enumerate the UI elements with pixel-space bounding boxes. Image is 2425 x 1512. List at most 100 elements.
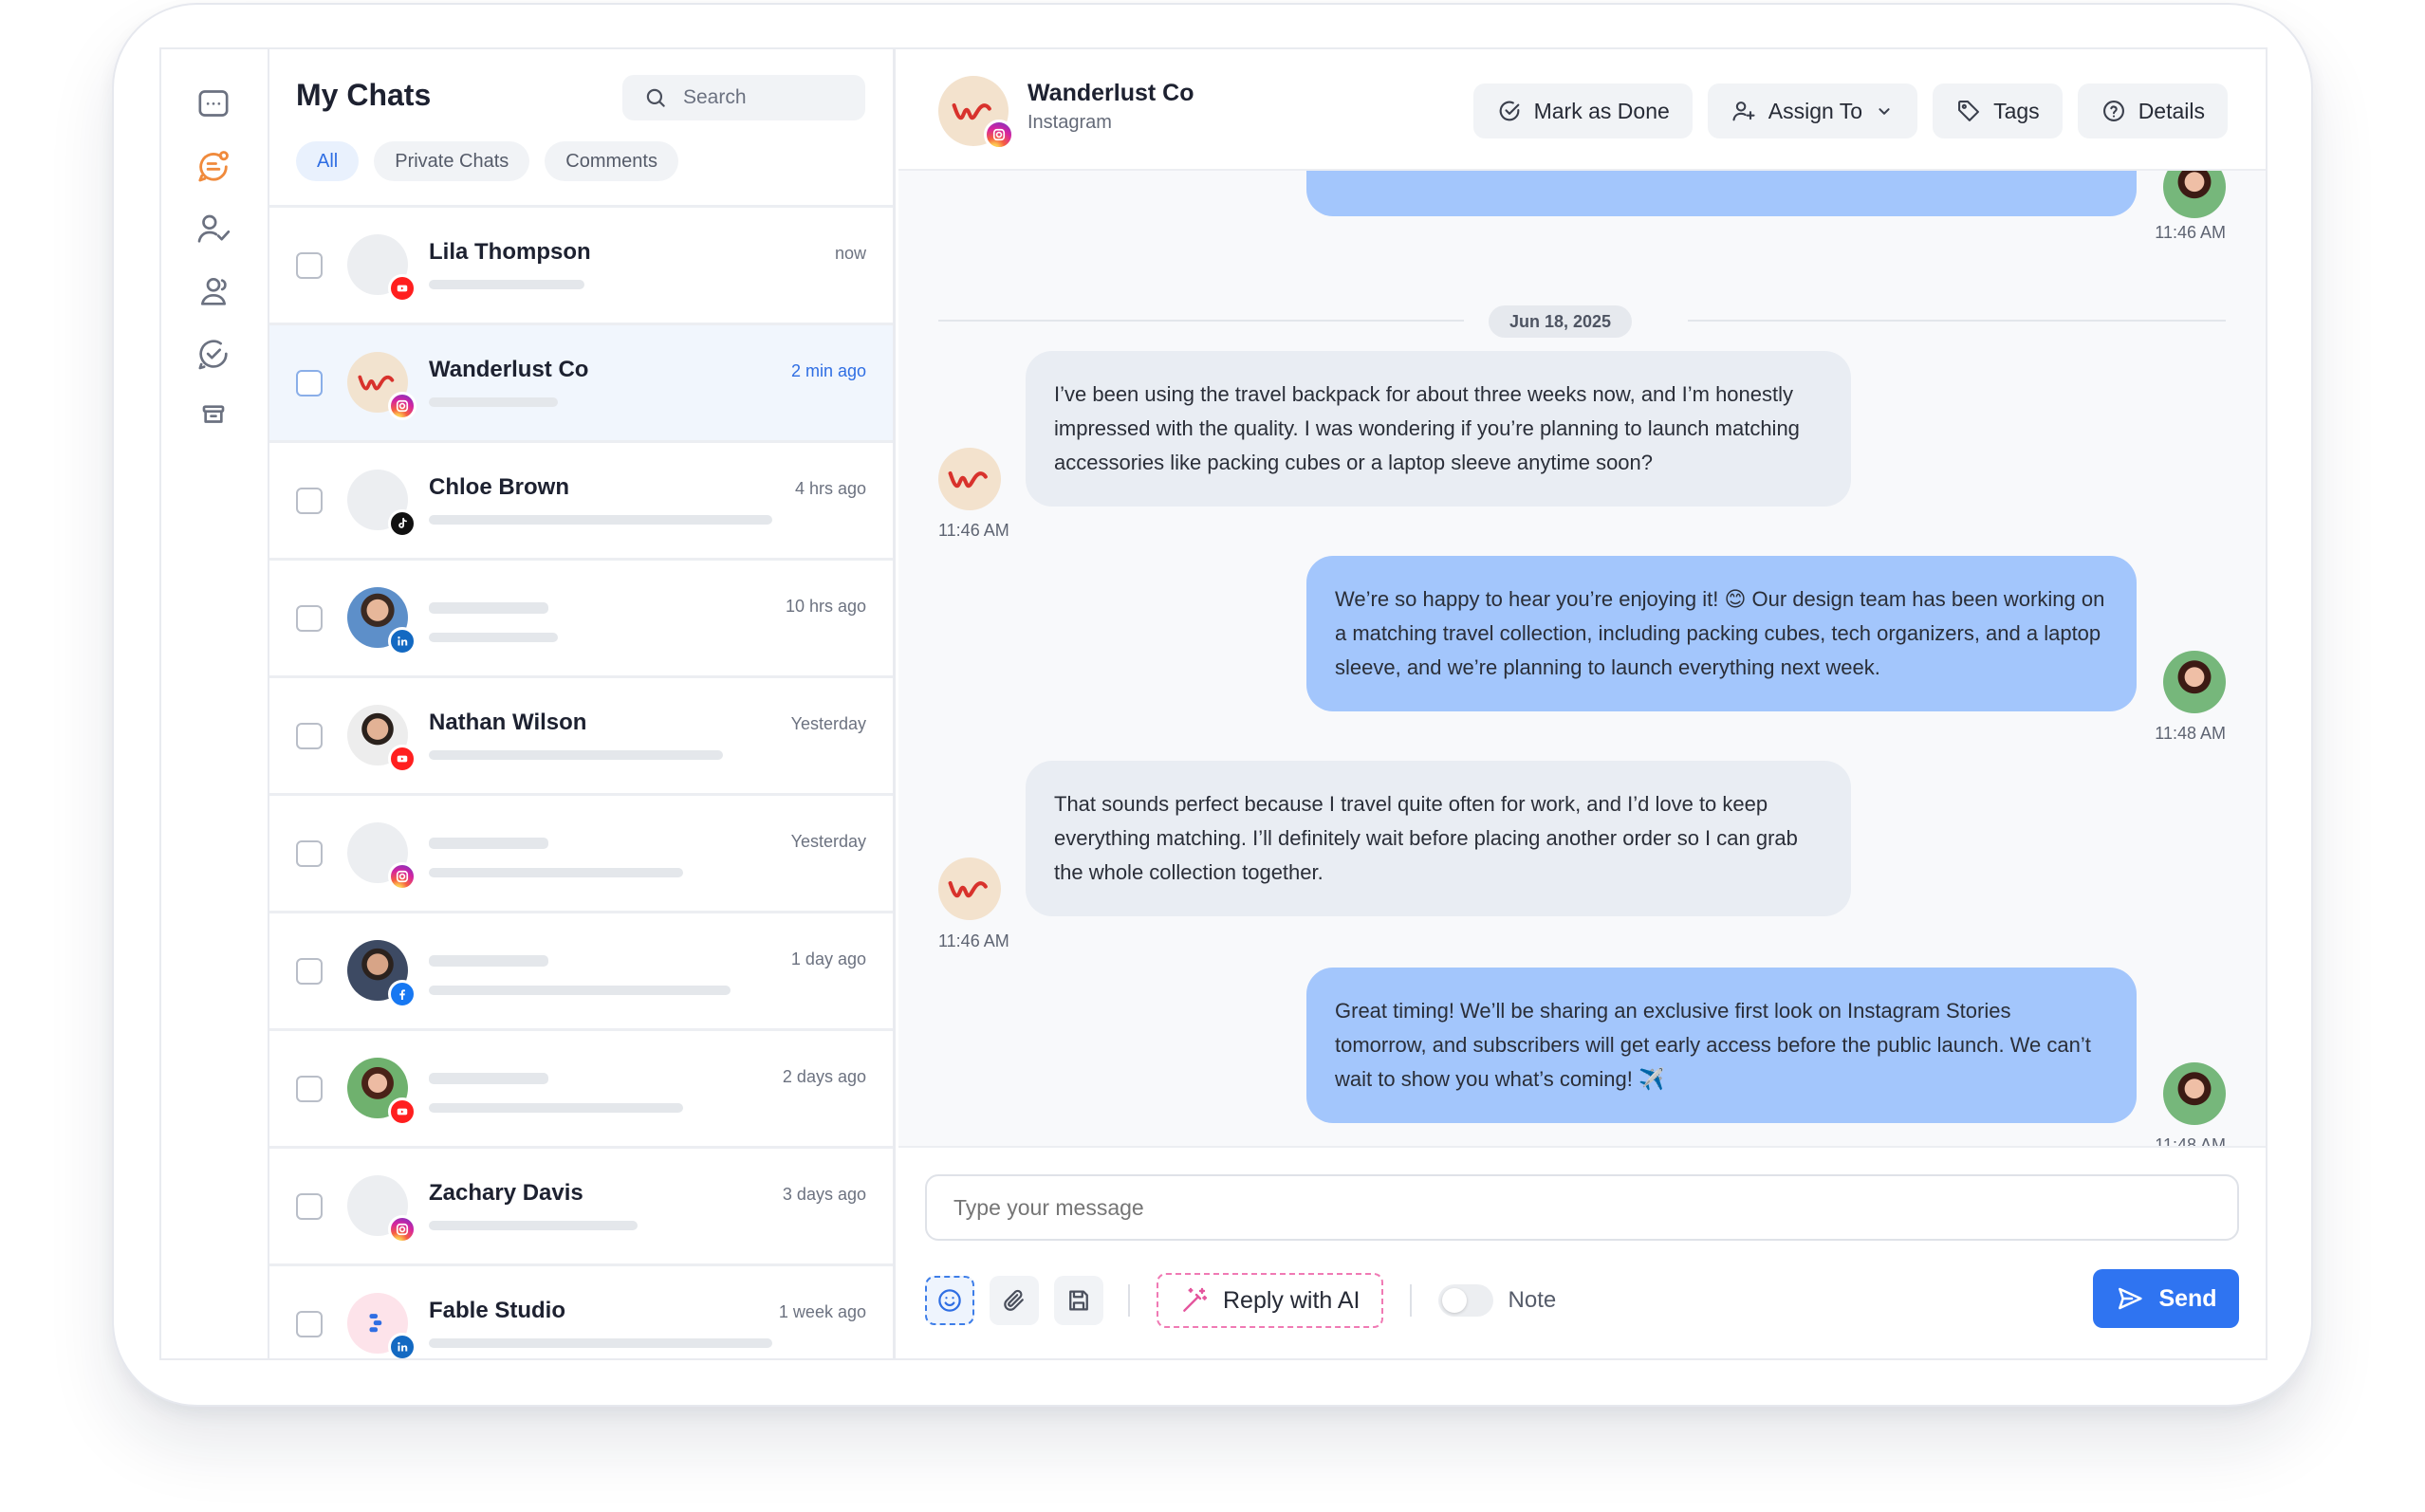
contact-name-placeholder <box>429 1073 548 1084</box>
chat-row-time: now <box>834 244 866 263</box>
magic-wand-icon <box>1183 1287 1208 1312</box>
chat-row-time: 2 days ago <box>782 1067 866 1086</box>
reply-with-ai-label: Reply with AI <box>1223 1286 1361 1314</box>
mark-as-done-button[interactable]: Mark as Done <box>1472 83 1693 138</box>
message-bubble-incoming: That sounds perfect because I travel qui… <box>1026 761 1851 916</box>
save-icon <box>1069 1290 1088 1311</box>
check-circle-icon <box>1499 101 1519 121</box>
note-toggle[interactable] <box>1437 1284 1493 1317</box>
chat-row[interactable]: Fable Studio 1 week ago <box>269 1266 893 1358</box>
assign-to-label: Assign To <box>1768 98 1863 123</box>
message-timestamp: 11:46 AM <box>2155 223 2226 242</box>
message-thread[interactable]: 11:46 AM Jun 18, 2025 I’ve been using th… <box>898 49 2266 1146</box>
tags-button[interactable]: Tags <box>1933 83 2063 138</box>
chat-row[interactable]: 1 day ago <box>269 913 893 1031</box>
chat-row-time: 4 hrs ago <box>794 479 866 498</box>
message-preview-placeholder <box>429 868 683 877</box>
row-checkbox[interactable] <box>296 958 323 985</box>
tiktok-icon <box>388 509 417 538</box>
message-bubble-incoming: I’ve been using the travel backpack for … <box>1026 351 1851 507</box>
save-template-button[interactable] <box>1054 1276 1103 1325</box>
agent-avatar <box>2163 1062 2226 1125</box>
header-actions: Mark as Done Assign To Tags Details <box>1472 83 2228 138</box>
chat-row[interactable]: 2 days ago <box>269 1031 893 1149</box>
paperclip-icon <box>1004 1289 1024 1311</box>
search-input[interactable]: Search <box>622 75 865 120</box>
reply-with-ai-button[interactable]: Reply with AI <box>1157 1273 1383 1328</box>
row-checkbox[interactable] <box>296 605 323 632</box>
row-checkbox[interactable] <box>296 1193 323 1220</box>
message-timestamp: 11:46 AM <box>938 521 1009 540</box>
date-divider-line <box>1688 320 2226 322</box>
date-divider-line <box>938 320 1464 322</box>
contact-channel: Instagram <box>1027 112 1112 133</box>
check-circle-icon <box>198 340 228 370</box>
filter-all[interactable]: All <box>296 141 360 181</box>
chat-row[interactable]: Nathan Wilson Yesterday <box>269 678 893 796</box>
chevron-down-icon <box>1879 108 1890 115</box>
user-check-icon <box>197 214 231 243</box>
details-label: Details <box>2138 98 2205 123</box>
sidebar-item-resolved[interactable] <box>194 334 233 374</box>
message-preview-placeholder <box>429 1338 772 1348</box>
contact-name-placeholder <box>429 838 548 849</box>
message-preview-placeholder <box>429 515 772 525</box>
contact-name-placeholder <box>429 955 548 967</box>
chat-row-name: Zachary Davis <box>429 1180 583 1206</box>
sidebar-item-archive[interactable] <box>194 395 233 434</box>
row-checkbox[interactable] <box>296 252 323 279</box>
assign-to-button[interactable]: Assign To <box>1707 83 1918 138</box>
chat-list-title: My Chats <box>296 78 432 112</box>
chat-row[interactable]: Zachary Davis 3 days ago <box>269 1149 893 1266</box>
chat-row-name: Nathan Wilson <box>429 710 587 735</box>
send-label: Send <box>2158 1284 2217 1312</box>
sidebar-item-chats[interactable] <box>194 146 233 186</box>
row-checkbox[interactable] <box>296 723 323 749</box>
instagram-icon <box>984 120 1014 150</box>
chat-row[interactable]: 10 hrs ago <box>269 561 893 678</box>
chat-row-selected[interactable]: Wanderlust Co 2 min ago <box>269 325 893 443</box>
chats-icon <box>198 151 229 182</box>
filter-private-chats[interactable]: Private Chats <box>374 141 530 181</box>
chat-row[interactable]: Chloe Brown 4 hrs ago <box>269 443 893 561</box>
instagram-icon <box>388 862 417 891</box>
chat-row-name: Wanderlust Co <box>429 357 589 382</box>
row-checkbox[interactable] <box>296 840 323 867</box>
search-icon <box>646 88 665 107</box>
row-checkbox[interactable] <box>296 370 323 396</box>
chat-row-time: Yesterday <box>790 714 866 733</box>
app-window: My Chats Search All Private Chats Commen… <box>159 47 2268 1360</box>
send-button[interactable]: Send <box>2093 1269 2239 1328</box>
smile-icon <box>938 1289 961 1312</box>
send-icon <box>2119 1287 2143 1310</box>
tags-label: Tags <box>1993 98 2040 123</box>
filter-comments[interactable]: Comments <box>545 141 678 181</box>
details-button[interactable]: Details <box>2077 83 2228 138</box>
mark-as-done-label: Mark as Done <box>1533 98 1670 123</box>
conversation-panel: 11:46 AM Jun 18, 2025 I’ve been using th… <box>898 49 2266 1358</box>
agent-avatar <box>2163 651 2226 713</box>
chat-list-panel: My Chats Search All Private Chats Commen… <box>269 49 896 1358</box>
chat-rows: Lila Thompson now Wanderlust Co 2 min ag… <box>269 208 893 1358</box>
search-placeholder: Search <box>683 86 747 108</box>
youtube-icon <box>388 745 417 773</box>
note-label: Note <box>1508 1287 1557 1313</box>
sidebar-item-inbox[interactable] <box>194 83 233 123</box>
sidebar-item-assigned[interactable] <box>194 209 233 249</box>
row-checkbox[interactable] <box>296 1076 323 1102</box>
message-input[interactable] <box>925 1174 2239 1241</box>
divider <box>1409 1284 1412 1317</box>
sidebar-item-contacts[interactable] <box>194 271 233 311</box>
user-plus-icon <box>1732 101 1755 121</box>
chat-row[interactable]: Yesterday <box>269 796 893 913</box>
chat-row[interactable]: Lila Thompson now <box>269 208 893 325</box>
tag-icon <box>1958 101 1980 121</box>
emoji-button[interactable] <box>925 1276 974 1325</box>
filter-tabs: All Private Chats Comments <box>296 141 678 181</box>
chat-row-time: 3 days ago <box>782 1185 866 1204</box>
attach-button[interactable] <box>990 1276 1039 1325</box>
row-checkbox[interactable] <box>296 1311 323 1337</box>
users-icon <box>201 278 227 305</box>
instagram-icon <box>388 1215 417 1244</box>
row-checkbox[interactable] <box>296 488 323 514</box>
